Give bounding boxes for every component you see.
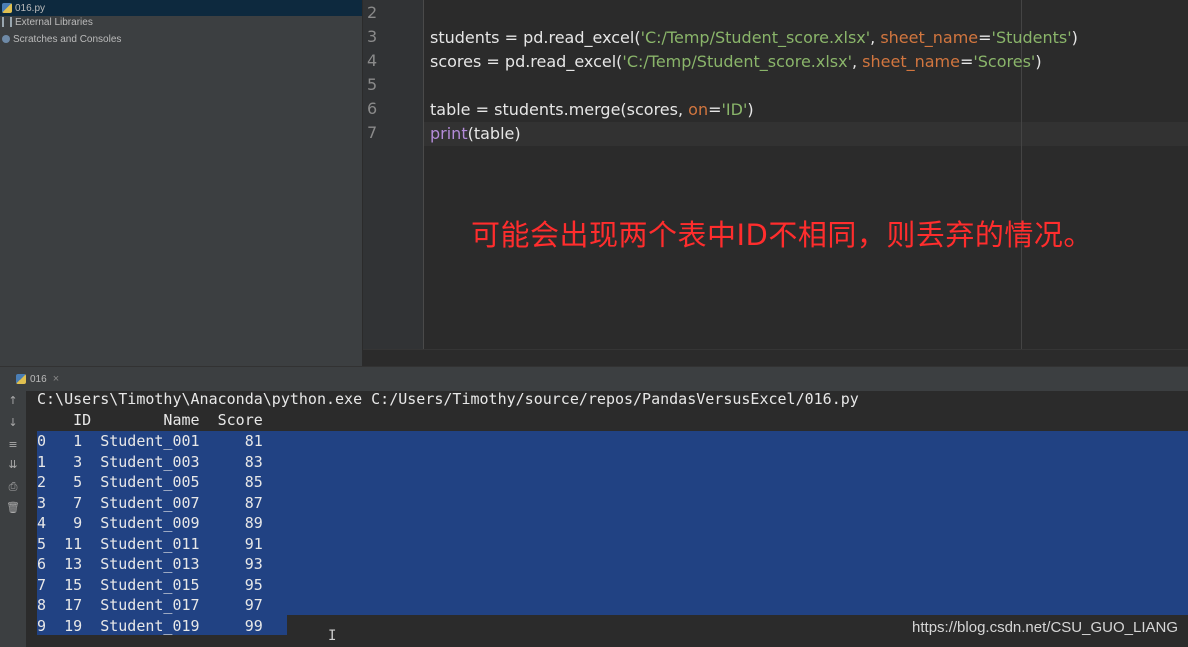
code-token: print bbox=[430, 124, 468, 143]
code-line: students = pd.read_excel('C:/Temp/Studen… bbox=[430, 26, 1078, 50]
code-token: = bbox=[959, 52, 974, 71]
code-line: scores = pd.read_excel('C:/Temp/Student_… bbox=[430, 50, 1042, 74]
line-number-gutter: 2 3 4 5 6 7 bbox=[363, 0, 424, 349]
code-token: 'C:/Temp/Student_score.xlsx' bbox=[622, 52, 852, 71]
watermark-url: https://blog.csdn.net/CSU_GUO_LIANG bbox=[912, 619, 1178, 636]
code-token: 'ID' bbox=[721, 100, 748, 119]
scroll-to-end-icon[interactable]: ⇊ bbox=[5, 457, 21, 473]
code-token: on bbox=[688, 100, 709, 119]
tree-item-label: Scratches and Consoles bbox=[13, 33, 122, 45]
console-command-line: C:\Users\Timothy\Anaconda\python.exe C:/… bbox=[37, 390, 859, 408]
print-icon[interactable]: ⎙ bbox=[5, 479, 21, 495]
code-token: , bbox=[870, 28, 881, 47]
scratch-icon bbox=[2, 35, 10, 43]
python-file-icon bbox=[2, 3, 12, 13]
code-line: print(table) bbox=[430, 122, 521, 146]
code-token: = bbox=[978, 28, 992, 47]
run-toolbar: ↑ ↓ ≡ ⇊ ⎙ 🗑 bbox=[0, 391, 27, 647]
console-output-row: 0 1 Student_001 81 bbox=[37, 432, 263, 450]
code-line: table = students.merge(scores, on='ID') bbox=[430, 98, 754, 122]
code-token: , bbox=[851, 52, 863, 71]
console-output-row: 8 17 Student_017 97 bbox=[37, 596, 263, 614]
code-token: table = students.merge(scores, bbox=[430, 100, 689, 119]
tree-item-label: 016.py bbox=[15, 2, 46, 14]
console-output-row: 3 7 Student_007 87 bbox=[37, 493, 263, 512]
line-number: 6 bbox=[367, 99, 378, 118]
line-number: 5 bbox=[367, 75, 378, 94]
trash-icon[interactable]: 🗑 bbox=[5, 500, 21, 516]
console-output-row: 7 15 Student_015 95 bbox=[37, 575, 263, 594]
code-token: ) bbox=[1035, 52, 1042, 71]
code-token: (table) bbox=[467, 124, 521, 143]
code-token: students = pd.read_excel( bbox=[430, 28, 641, 47]
code-token: 'C:/Temp/Student_score.xlsx' bbox=[640, 28, 871, 47]
console-output-row: 6 13 Student_013 93 bbox=[37, 555, 263, 573]
code-token: ) bbox=[747, 100, 754, 119]
code-token: scores = pd.read_excel( bbox=[430, 52, 623, 71]
console-output-row: 9 19 Student_019 99 bbox=[37, 616, 263, 635]
run-tab-label: 016 bbox=[30, 373, 47, 385]
project-tree-panel: 016.py External Libraries Scratches and … bbox=[0, 0, 363, 366]
line-number: 3 bbox=[367, 27, 378, 46]
console-output-row: 4 9 Student_009 89 bbox=[37, 514, 263, 532]
wrap-icon[interactable]: ≡ bbox=[5, 437, 21, 453]
down-arrow-icon[interactable]: ↓ bbox=[5, 415, 21, 431]
line-number: 4 bbox=[367, 51, 378, 70]
console-table-header: ID Name Score bbox=[37, 411, 263, 429]
tree-item-external-libraries[interactable]: External Libraries bbox=[0, 14, 93, 30]
console-output-row: 5 11 Student_011 91 bbox=[37, 534, 263, 553]
run-console[interactable]: C:\Users\Timothy\Anaconda\python.exe C:/… bbox=[27, 390, 1188, 647]
library-icon bbox=[2, 17, 12, 27]
python-run-icon bbox=[16, 374, 26, 384]
console-output-row: 2 5 Student_005 85 bbox=[37, 473, 263, 491]
close-icon[interactable]: × bbox=[53, 373, 59, 385]
editor-bottom-bar bbox=[363, 349, 1188, 367]
code-token: sheet_name bbox=[862, 52, 960, 71]
tree-item-label: External Libraries bbox=[15, 16, 93, 28]
line-number: 2 bbox=[367, 3, 378, 22]
tree-item-scratches[interactable]: Scratches and Consoles bbox=[0, 31, 121, 47]
line-number: 7 bbox=[367, 123, 378, 142]
code-token: sheet_name bbox=[880, 28, 979, 47]
console-output-row: 1 3 Student_003 83 bbox=[37, 452, 263, 471]
run-tab-016[interactable]: 016 × bbox=[16, 370, 59, 388]
annotation-text: 可能会出现两个表中ID不相同，则丢弃的情况。 bbox=[471, 218, 1093, 252]
code-token: 'Students' bbox=[991, 28, 1072, 47]
current-line-highlight bbox=[424, 122, 1188, 146]
text-cursor-icon: I bbox=[328, 628, 337, 644]
code-token: ) bbox=[1071, 28, 1078, 47]
code-token: = bbox=[708, 100, 722, 119]
code-token: 'Scores' bbox=[973, 52, 1036, 71]
up-arrow-icon[interactable]: ↑ bbox=[5, 393, 21, 409]
code-editor[interactable]: 2 3 4 5 6 7 students = pd.read_excel('C:… bbox=[363, 0, 1188, 349]
